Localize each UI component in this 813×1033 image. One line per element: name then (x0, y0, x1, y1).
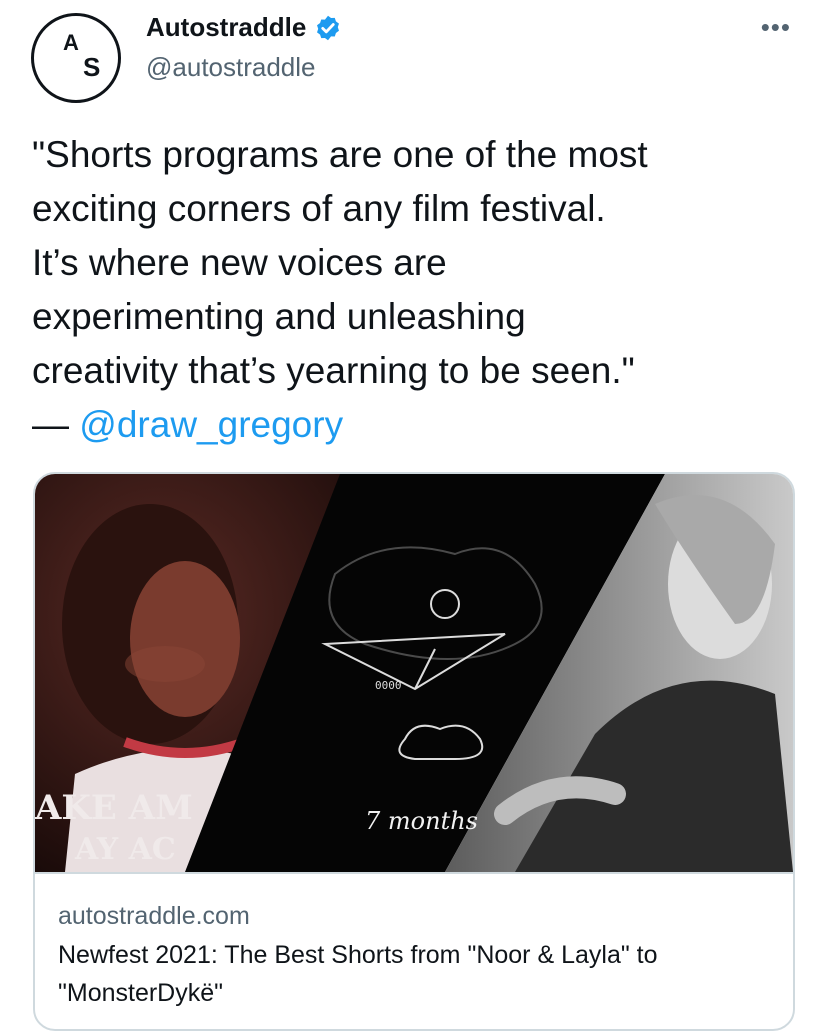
verified-badge-icon (317, 15, 340, 40)
avatar-letter-a: A (63, 30, 79, 55)
shirt-text-line2: AY AC (74, 832, 176, 867)
card-image: AKE AM AY AC 0000 7 months (35, 474, 793, 874)
author-handle[interactable]: @autostraddle (146, 52, 316, 83)
tweet-body: "Shorts programs are one of the most exc… (32, 134, 648, 445)
more-options-icon[interactable]: ••• (761, 12, 791, 43)
plane-text: 0000 (375, 679, 402, 692)
author-name-row: Autostraddle (146, 12, 342, 43)
author-avatar[interactable]: A S (31, 13, 121, 103)
mention-link[interactable]: @draw_gregory (79, 404, 343, 445)
shirt-text-line1: AKE AM (35, 788, 193, 828)
author-display-name[interactable]: Autostraddle (146, 12, 306, 43)
card-title: Newfest 2021: The Best Shorts from "Noor… (58, 941, 658, 1007)
avatar-letter-s: S (83, 52, 101, 82)
image-caption: 7 months (365, 807, 478, 835)
tweet-text: "Shorts programs are one of the most exc… (32, 128, 792, 452)
card-domain: autostraddle.com (58, 902, 250, 930)
link-card[interactable]: AKE AM AY AC 0000 7 months autostraddle.… (33, 472, 795, 1031)
